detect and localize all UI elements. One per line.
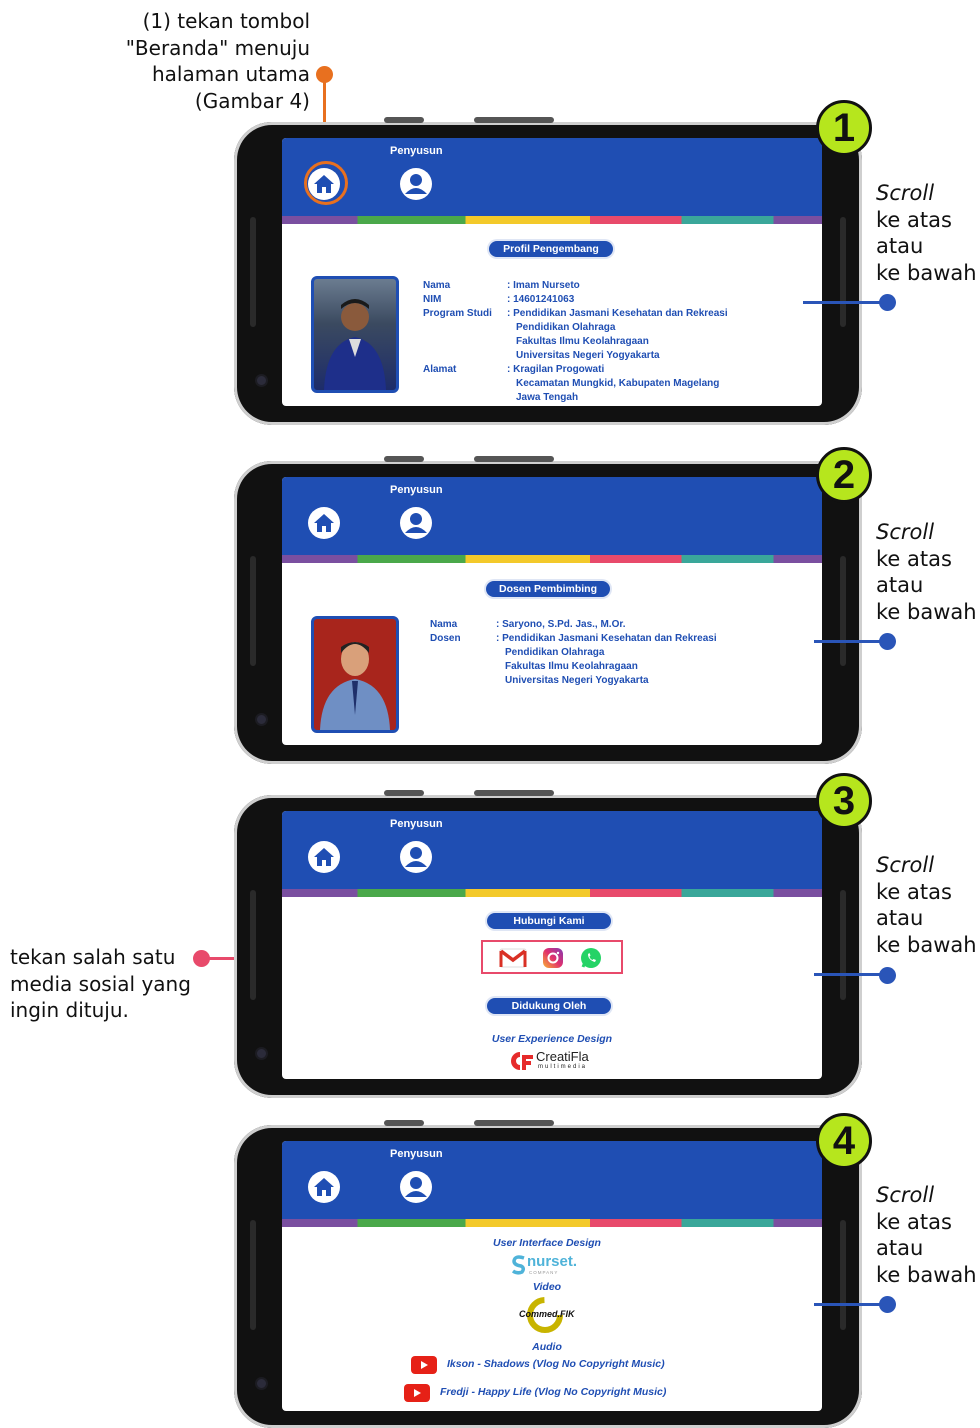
scroll-dot-4 [879, 1296, 896, 1313]
phone-2: Penyusun Dosen Pembimbing Nama Dosen : S… [234, 456, 862, 764]
commed-text: Commed.FIK [519, 1309, 575, 1319]
scroll-dot-2 [879, 633, 896, 650]
scroll-note-4: Scroll ke atas atau ke bawah [876, 1183, 977, 1287]
nurset-sub: COMPANY [529, 1270, 559, 1275]
social-instruction-note: tekan salah satu media sosial yang ingin… [10, 944, 191, 1024]
user-icon[interactable] [400, 168, 432, 200]
note-line: (Gambar 4) [194, 88, 310, 113]
track-title: Ikson - Shadows (Vlog No Copyright Music… [447, 1358, 665, 1370]
home-icon[interactable] [308, 841, 340, 873]
header-bar: Penyusun [282, 477, 822, 555]
home-icon[interactable] [308, 507, 340, 539]
header-bar: Penyusun [282, 138, 822, 216]
audio-track-2[interactable]: Fredji - Happy Life (Vlog No Copyright M… [404, 1384, 714, 1402]
youtube-icon [404, 1384, 430, 1402]
video-credit-label: Video [532, 1281, 562, 1293]
instagram-icon[interactable] [542, 947, 564, 969]
youtube-icon [411, 1356, 437, 1374]
screen-profile: Penyusun Profil Pengembang Nama NIM Prog… [282, 138, 822, 406]
user-icon[interactable] [400, 1171, 432, 1203]
profile-values: : Imam Nurseto : 14601241063 : Pendidika… [507, 280, 728, 403]
section-pill: Profil Pengembang [489, 241, 613, 257]
scroll-line-4 [814, 1303, 884, 1306]
creatifla-sub: multimedia [538, 1064, 588, 1070]
screen-supervisor: Penyusun Dosen Pembimbing Nama Dosen : S… [282, 477, 822, 745]
color-stripe [282, 555, 822, 563]
section-pill: Hubungi Kami [487, 913, 611, 929]
header-title: Penyusun [390, 484, 443, 496]
supervisor-labels: Nama Dosen [430, 619, 461, 644]
color-stripe [282, 216, 822, 224]
commed-logo: Commed.FIK [519, 1297, 579, 1333]
note-line: tekan salah satu [10, 945, 176, 969]
scroll-note-3: Scroll ke atas atau ke bawah [876, 853, 977, 957]
note-line: media sosial yang [10, 971, 191, 996]
home-icon[interactable] [308, 1171, 340, 1203]
section-pill-support: Didukung Oleh [487, 998, 611, 1014]
color-stripe [282, 1219, 822, 1227]
step-badge-2: 2 [816, 447, 872, 503]
step-badge-1: 1 [816, 100, 872, 156]
scroll-line-1 [803, 301, 883, 304]
supervisor-values: : Saryono, S.Pd. Jas., M.Or. : Pendidika… [496, 619, 717, 686]
note-line: "Beranda" menuju [125, 35, 310, 60]
step-badge-3: 3 [816, 773, 872, 829]
header-title: Penyusun [390, 818, 443, 830]
developer-photo [311, 276, 399, 393]
screen-credits: Penyusun User Interface Design nurset. C… [282, 1141, 822, 1411]
creatifla-logo: CreatiFla multimedia [508, 1049, 608, 1073]
social-icons-group [481, 940, 623, 974]
note-line: ingin dituju. [10, 998, 129, 1022]
phone-4: Penyusun User Interface Design nurset. C… [234, 1120, 862, 1428]
step-badge-4: 4 [816, 1113, 872, 1169]
track-title: Fredji - Happy Life (Vlog No Copyright M… [440, 1386, 667, 1398]
user-icon[interactable] [400, 507, 432, 539]
gmail-icon[interactable] [499, 947, 527, 969]
header-bar: Penyusun [282, 811, 822, 889]
scroll-note-2: Scroll ke atas atau ke bawah [876, 520, 977, 624]
home-highlight-ring [304, 161, 348, 205]
ui-credit-label: User Interface Design [493, 1237, 601, 1249]
nurset-text: nurset. [527, 1253, 578, 1270]
phone-3: Penyusun Hubungi Kami Didukung Oleh User… [234, 790, 862, 1098]
scroll-line-3 [814, 973, 884, 976]
supervisor-photo [311, 616, 399, 733]
nurset-logo: nurset. COMPANY [511, 1253, 591, 1277]
whatsapp-icon[interactable] [580, 947, 602, 969]
header-bar: Penyusun [282, 1141, 822, 1219]
audio-credit-label: Audio [532, 1341, 562, 1353]
section-pill: Dosen Pembimbing [486, 581, 610, 597]
color-stripe [282, 889, 822, 897]
screen-contact: Penyusun Hubungi Kami Didukung Oleh User… [282, 811, 822, 1079]
scroll-note-1: Scroll ke atas atau ke bawah [876, 181, 977, 285]
header-title: Penyusun [390, 1148, 443, 1160]
note-line: (1) tekan tombol [142, 9, 310, 33]
scroll-dot-1 [879, 294, 896, 311]
user-icon[interactable] [400, 841, 432, 873]
scroll-line-2 [814, 640, 884, 643]
note-line: halaman utama [151, 62, 310, 86]
header-title: Penyusun [390, 145, 443, 157]
home-instruction-note: (1) tekan tombol "Beranda" menuju halama… [100, 8, 310, 114]
audio-track-1[interactable]: Ikson - Shadows (Vlog No Copyright Music… [411, 1356, 711, 1374]
scroll-dot-3 [879, 967, 896, 984]
ux-credit-label: User Experience Design [491, 1033, 613, 1045]
profile-labels: Nama NIM Program Studi Alamat [423, 280, 492, 375]
creatifla-text: CreatiFla [536, 1049, 589, 1064]
